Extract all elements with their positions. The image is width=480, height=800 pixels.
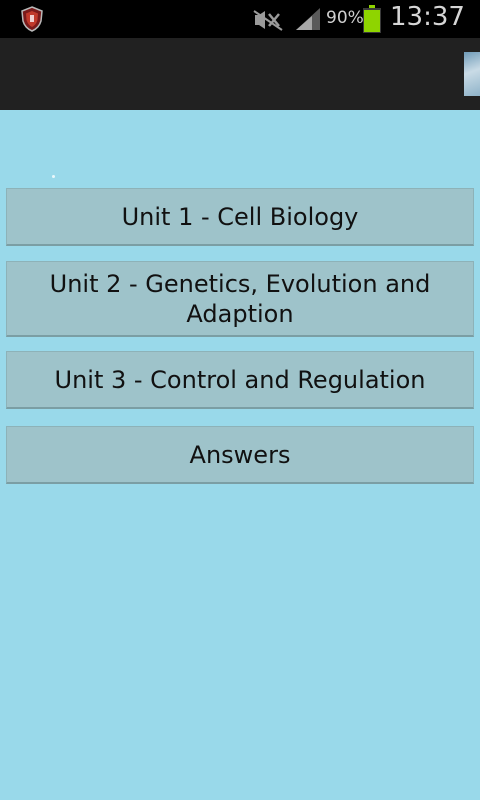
unit-1-button-label: Unit 1 - Cell Biology — [121, 202, 359, 231]
action-bar — [0, 38, 480, 111]
unit-2-button[interactable]: Unit 2 - Genetics, Evolution and Adaptio… — [6, 261, 474, 337]
battery-icon — [363, 5, 381, 33]
unit-3-button[interactable]: Unit 3 - Control and Regulation — [6, 351, 474, 409]
main-content: Unit 1 - Cell Biology Unit 2 - Genetics,… — [0, 110, 480, 800]
unit-2-button-label: Unit 2 - Genetics, Evolution and Adaptio… — [49, 269, 431, 328]
answers-button-label: Answers — [189, 440, 291, 469]
signal-icon — [296, 8, 320, 30]
app-logo-image — [464, 52, 480, 96]
shield-notification-icon — [21, 6, 43, 32]
battery-percent: 90% — [326, 8, 364, 28]
unit-3-button-label: Unit 3 - Control and Regulation — [54, 365, 426, 394]
clock: 13:37 — [390, 2, 465, 32]
mute-icon — [253, 10, 283, 31]
decorative-dot — [52, 175, 55, 178]
status-bar: 90% 13:37 — [0, 0, 480, 38]
answers-button[interactable]: Answers — [6, 426, 474, 484]
unit-1-button[interactable]: Unit 1 - Cell Biology — [6, 188, 474, 246]
